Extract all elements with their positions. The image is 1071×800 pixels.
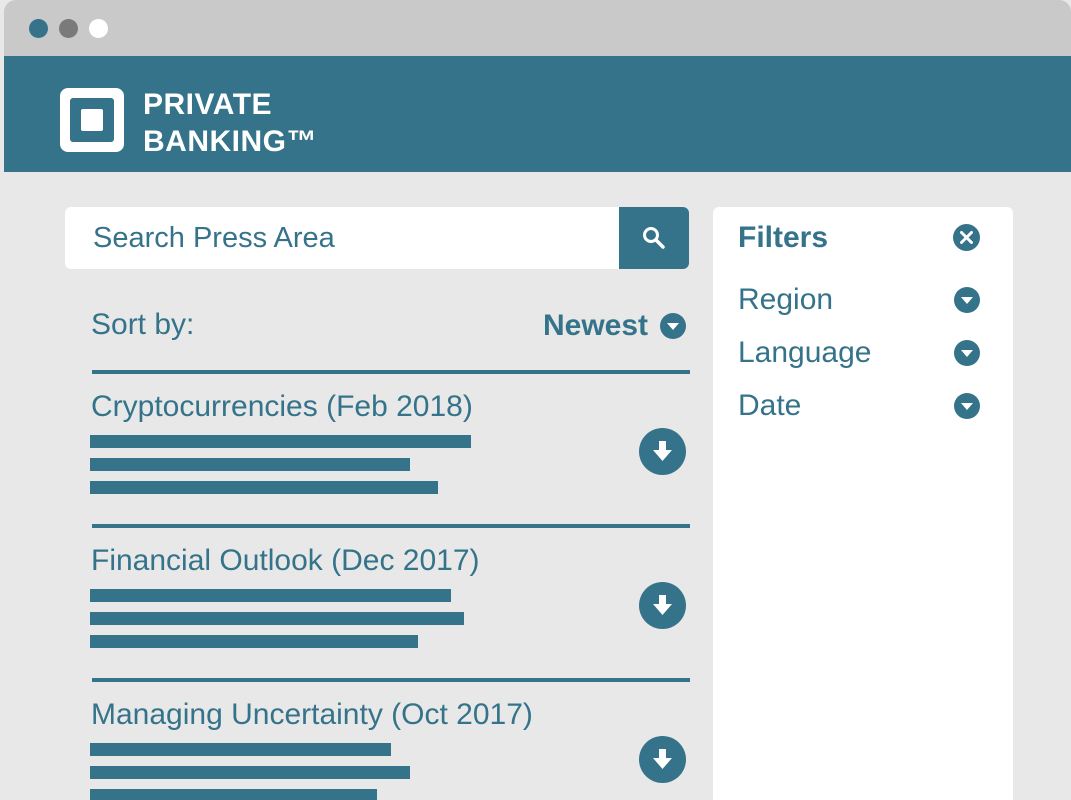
window-dot-maximize[interactable] xyxy=(89,19,108,38)
search-icon xyxy=(643,227,665,249)
press-item-title[interactable]: Cryptocurrencies (Feb 2018) xyxy=(91,390,473,424)
chevron-down-icon xyxy=(954,340,980,366)
sort-dropdown[interactable]: Newest xyxy=(543,306,687,346)
filter-label: Language xyxy=(738,336,872,369)
text-placeholder-line xyxy=(90,789,377,800)
text-placeholder-line xyxy=(90,435,471,448)
chevron-down-icon xyxy=(954,287,980,313)
chevron-down-icon xyxy=(954,393,980,419)
logo-icon[interactable] xyxy=(60,88,124,152)
text-placeholder-line xyxy=(90,743,391,756)
text-placeholder-line xyxy=(90,766,410,779)
filter-region[interactable]: Region xyxy=(738,283,988,323)
close-icon xyxy=(960,231,973,244)
text-placeholder-line xyxy=(90,612,464,625)
download-button[interactable] xyxy=(639,736,686,783)
text-placeholder-line xyxy=(90,589,451,602)
press-item-title[interactable]: Managing Uncertainty (Oct 2017) xyxy=(91,698,533,732)
text-placeholder-line xyxy=(90,635,418,648)
download-icon xyxy=(653,595,672,615)
download-button[interactable] xyxy=(639,582,686,629)
brand-line-1: PRIVATE xyxy=(143,88,273,121)
filter-date[interactable]: Date xyxy=(738,389,988,429)
close-filters-button[interactable] xyxy=(953,224,980,251)
filters-title: Filters xyxy=(738,221,829,254)
chevron-down-icon xyxy=(660,313,687,339)
filters-panel: Filters Region Language Date xyxy=(713,207,1013,800)
filter-label: Date xyxy=(738,389,802,422)
press-item-title[interactable]: Financial Outlook (Dec 2017) xyxy=(91,544,480,578)
filter-label: Region xyxy=(738,283,834,316)
window-titlebar xyxy=(4,0,1071,56)
search-input[interactable] xyxy=(65,207,617,269)
search-bar xyxy=(65,207,689,269)
site-header: PRIVATE BANKING™ xyxy=(4,56,1071,172)
divider xyxy=(92,524,690,528)
sort-selected-value: Newest xyxy=(543,309,649,342)
divider xyxy=(92,370,690,374)
text-placeholder-line xyxy=(90,481,438,494)
filter-language[interactable]: Language xyxy=(738,336,988,376)
brand-line-2: BANKING™ xyxy=(143,125,317,158)
divider xyxy=(92,678,690,682)
download-icon xyxy=(653,749,672,769)
text-placeholder-line xyxy=(90,458,410,471)
browser-window: PRIVATE BANKING™ Sort by: Newest Cryptoc… xyxy=(4,0,1071,800)
download-icon xyxy=(653,441,672,461)
window-dot-minimize[interactable] xyxy=(59,19,78,38)
brand-name[interactable]: PRIVATE BANKING™ xyxy=(143,86,317,160)
search-button[interactable] xyxy=(619,207,689,269)
sort-label: Sort by: xyxy=(91,308,195,341)
download-button[interactable] xyxy=(639,428,686,475)
window-dot-close[interactable] xyxy=(29,19,48,38)
